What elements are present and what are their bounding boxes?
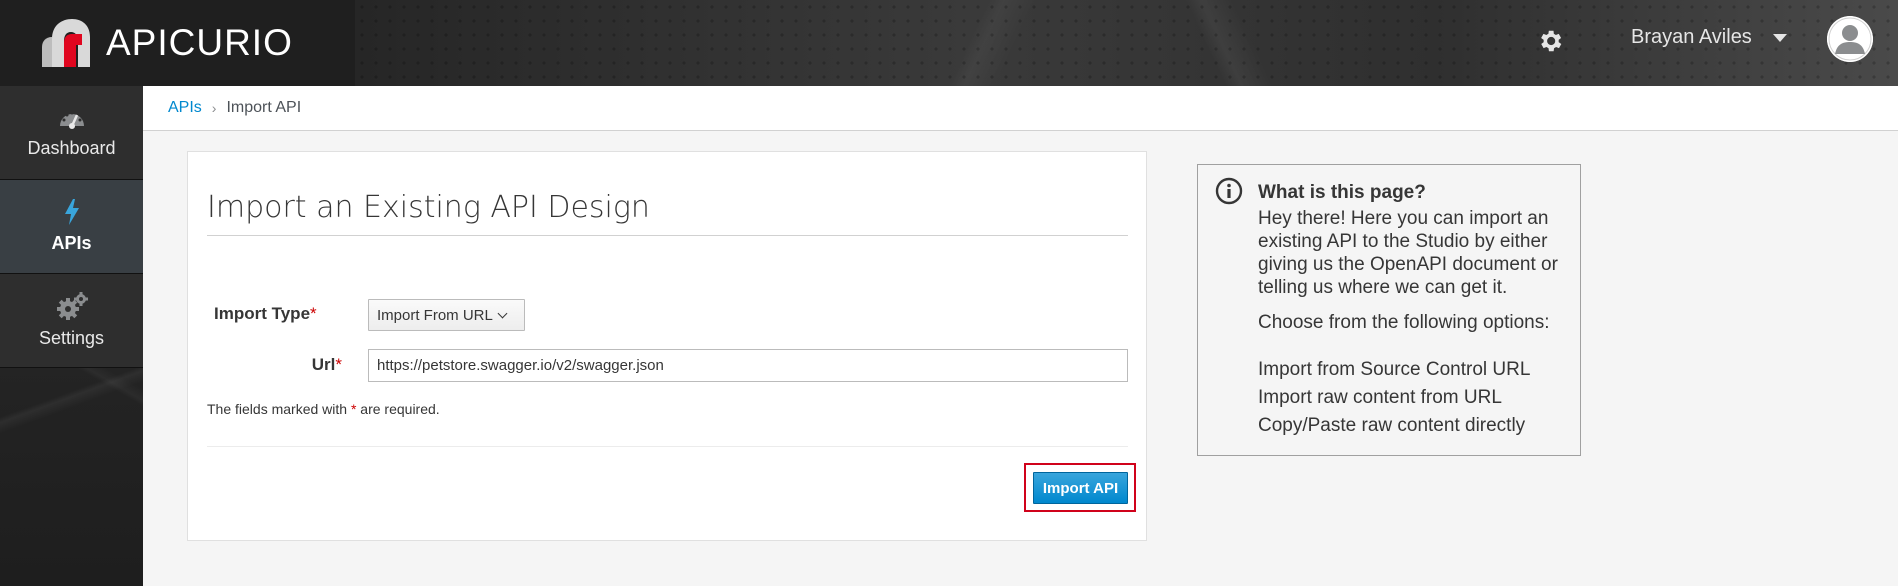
help-option: Import raw content from URL [1258, 387, 1502, 408]
dashboard-gauge-icon [58, 106, 86, 130]
title-divider [207, 235, 1128, 236]
import-type-value: Import From URL [377, 306, 493, 324]
footer-divider [207, 446, 1128, 447]
nav-item-label: Settings [38, 328, 105, 348]
url-input[interactable] [368, 349, 1128, 382]
breadcrumb-link-apis[interactable]: APIs [168, 99, 202, 117]
help-text-prefix: The fields marked with [207, 401, 351, 417]
user-menu-name[interactable]: Brayan Aviles [1631, 26, 1752, 49]
caret-down-icon[interactable] [1773, 34, 1787, 42]
import-api-card: Import an Existing API Design Import Typ… [187, 151, 1147, 541]
required-marker: * [335, 355, 342, 374]
bolt-icon [64, 199, 80, 225]
help-choose-text: Choose from the following options: [1258, 312, 1550, 333]
help-text-suffix: are required. [356, 401, 440, 417]
help-option: Import from Source Control URL [1258, 359, 1531, 380]
required-marker: * [310, 304, 317, 323]
import-type-label: Import Type* [214, 304, 344, 324]
info-icon [1215, 177, 1243, 205]
brand-name: APICURIO [106, 22, 293, 63]
help-body: Hey there! Here you can import an existi… [1258, 208, 1558, 298]
page-title: Import an Existing API Design [207, 190, 650, 225]
user-avatar-icon[interactable] [1827, 16, 1873, 62]
import-api-button[interactable]: Import API [1033, 472, 1128, 504]
nav-item-apis[interactable]: APIs [0, 180, 143, 274]
import-type-label-text: Import Type [214, 304, 311, 323]
vertical-nav: Dashboard APIs Settings [0, 86, 143, 586]
cogs-icon [56, 292, 88, 320]
nav-item-settings[interactable]: Settings [0, 274, 143, 368]
breadcrumb-separator: › [211, 100, 217, 116]
breadcrumb-current: Import API [226, 99, 302, 116]
nav-item-label: Dashboard [27, 138, 116, 158]
url-label: Url* [214, 355, 342, 375]
top-navbar: APICURIO Brayan Aviles [0, 0, 1898, 86]
nav-item-dashboard[interactable]: Dashboard [0, 86, 143, 180]
help-option: Copy/Paste raw content directly [1258, 415, 1526, 436]
url-label-text: Url [311, 355, 336, 374]
chevron-down-icon [497, 308, 508, 318]
gear-icon[interactable] [1536, 27, 1564, 55]
breadcrumb: APIs › Import API [143, 86, 1898, 131]
help-panel: What is this page? Hey there! Here you c… [1197, 164, 1581, 456]
nav-item-label: APIs [51, 233, 92, 253]
brand[interactable]: APICURIO [38, 14, 293, 72]
import-type-dropdown[interactable]: Import From URL [368, 299, 525, 331]
apicurio-logo-icon [38, 17, 92, 69]
help-heading: What is this page? [1258, 182, 1426, 203]
required-fields-note: The fields marked with * are required. [207, 401, 440, 417]
